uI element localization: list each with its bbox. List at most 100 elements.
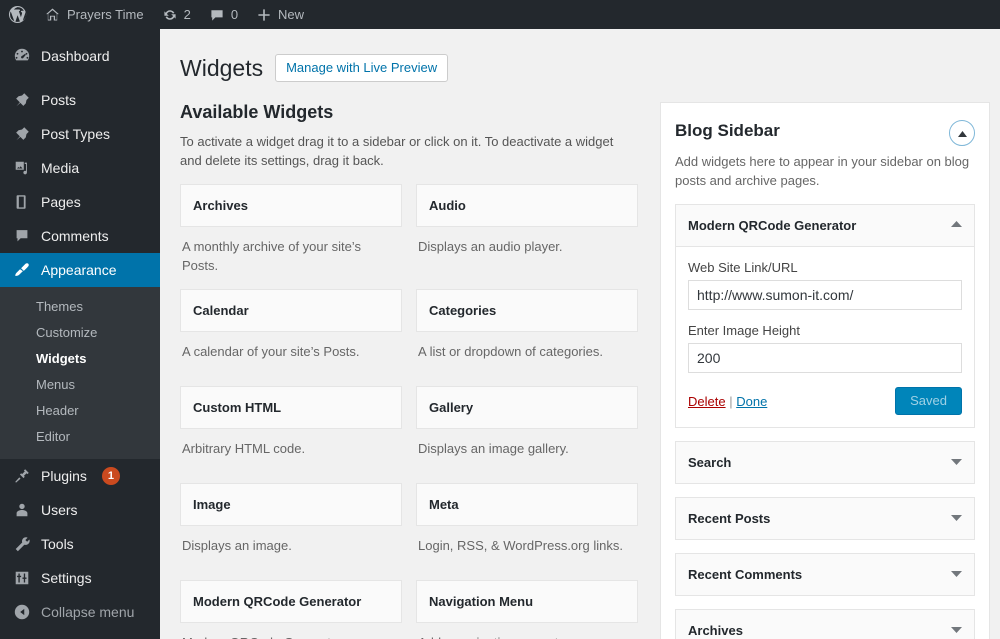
sidebar-item-appearance[interactable]: Appearance bbox=[0, 253, 168, 287]
available-widgets-column: Available Widgets To activate a widget d… bbox=[180, 102, 638, 639]
image-height-input[interactable] bbox=[688, 343, 962, 373]
collapse-arrow-icon bbox=[12, 602, 32, 622]
widget-actions: Delete | Done bbox=[688, 394, 767, 409]
plugins-update-badge: 1 bbox=[101, 467, 120, 485]
widget-description: Displays an audio player. bbox=[418, 239, 563, 254]
updates-button[interactable]: 2 bbox=[153, 0, 200, 29]
submenu-item-themes[interactable]: Themes bbox=[0, 294, 160, 320]
sidebar-item-label: Posts bbox=[41, 92, 77, 108]
sidebar-item-settings[interactable]: Settings bbox=[0, 561, 160, 595]
sidebar-widget-archives: Archives bbox=[675, 609, 975, 639]
widget-audio[interactable]: Audio bbox=[416, 184, 638, 227]
widget-calendar[interactable]: Calendar bbox=[180, 289, 402, 332]
sidebar-item-dashboard[interactable]: Dashboard bbox=[0, 39, 160, 73]
blog-sidebar-toggle-button[interactable] bbox=[949, 120, 975, 146]
widget-description: A calendar of your site’s Posts. bbox=[182, 344, 360, 359]
sidebar-item-comments[interactable]: Comments bbox=[0, 219, 160, 253]
submenu-item-widgets[interactable]: Widgets bbox=[0, 346, 160, 372]
collapse-menu-button[interactable]: Collapse menu bbox=[0, 595, 160, 629]
save-widget-button[interactable]: Saved bbox=[895, 387, 962, 415]
delete-widget-link[interactable]: Delete bbox=[688, 394, 726, 409]
blog-sidebar-panel: Blog Sidebar Add widgets here to appear … bbox=[660, 102, 990, 639]
chevron-up-icon[interactable] bbox=[951, 220, 962, 231]
sidebar-item-plugins[interactable]: Plugins 1 bbox=[0, 459, 160, 493]
widget-categories[interactable]: Categories bbox=[416, 289, 638, 332]
sidebar-item-media[interactable]: Media bbox=[0, 151, 160, 185]
available-widget: Modern QRCode Generator Modern QRCode Ge… bbox=[180, 580, 402, 639]
available-widget: Image Displays an image. bbox=[180, 483, 402, 580]
widget-header[interactable]: Archives bbox=[676, 610, 974, 639]
available-widgets-grid: Archives A monthly archive of your site’… bbox=[180, 184, 638, 639]
paintbrush-icon bbox=[12, 260, 32, 280]
submenu-item-customize[interactable]: Customize bbox=[0, 320, 160, 346]
pin-icon bbox=[12, 90, 32, 110]
widget-header[interactable]: Search bbox=[676, 442, 974, 483]
widget-modern-qrcode-generator[interactable]: Modern QRCode Generator bbox=[180, 580, 402, 623]
sidebar-item-label: Pages bbox=[41, 194, 81, 210]
chevron-down-icon[interactable] bbox=[951, 626, 962, 636]
separator: | bbox=[729, 393, 733, 409]
widget-description: A monthly archive of your site’s Posts. bbox=[182, 239, 361, 273]
widget-archives[interactable]: Archives bbox=[180, 184, 402, 227]
sidebar-item-post-types[interactable]: Post Types bbox=[0, 117, 160, 151]
sidebar-item-label: Post Types bbox=[41, 126, 111, 142]
widget-meta[interactable]: Meta bbox=[416, 483, 638, 526]
available-widget: Meta Login, RSS, & WordPress.org links. bbox=[416, 483, 638, 580]
blog-sidebar-description: Add widgets here to appear in your sideb… bbox=[675, 154, 970, 188]
blog-sidebar-column: Blog Sidebar Add widgets here to appear … bbox=[660, 102, 990, 639]
widget-description: Displays an image. bbox=[182, 538, 292, 553]
sidebar-item-label: Users bbox=[41, 502, 78, 518]
sidebar-item-label: Dashboard bbox=[41, 48, 110, 64]
available-widget: Custom HTML Arbitrary HTML code. bbox=[180, 386, 402, 483]
sidebar-item-posts[interactable]: Posts bbox=[0, 83, 160, 117]
widget-title: Archives bbox=[688, 623, 743, 638]
new-content-label: New bbox=[278, 7, 305, 22]
new-content-button[interactable]: New bbox=[247, 0, 313, 29]
sidebar-item-label: Settings bbox=[41, 570, 92, 586]
available-widget: Gallery Displays an image gallery. bbox=[416, 386, 638, 483]
admin-sidebar-menu: Dashboard Posts Post Types Media Pages C… bbox=[0, 29, 168, 639]
wordpress-logo-button[interactable] bbox=[0, 0, 35, 29]
sidebar-item-label: Plugins bbox=[41, 468, 87, 484]
wrench-icon bbox=[12, 534, 32, 554]
widget-header[interactable]: Modern QRCode Generator bbox=[676, 205, 974, 247]
submenu-item-editor[interactable]: Editor bbox=[0, 424, 160, 450]
manage-with-live-preview-button[interactable]: Manage with Live Preview bbox=[275, 54, 449, 82]
sidebar-item-users[interactable]: Users bbox=[0, 493, 160, 527]
collapse-up-icon bbox=[957, 126, 968, 141]
user-icon bbox=[12, 500, 32, 520]
done-link[interactable]: Done bbox=[736, 394, 767, 409]
pin-icon bbox=[12, 124, 32, 144]
available-widget: Audio Displays an audio player. bbox=[416, 184, 638, 289]
sidebar-item-pages[interactable]: Pages bbox=[0, 185, 160, 219]
widget-description: Arbitrary HTML code. bbox=[182, 441, 306, 456]
widget-navigation-menu[interactable]: Navigation Menu bbox=[416, 580, 638, 623]
site-name-button[interactable]: Prayers Time bbox=[35, 0, 153, 29]
widget-controls: Delete | Done Saved bbox=[688, 385, 962, 415]
widget-custom-html[interactable]: Custom HTML bbox=[180, 386, 402, 429]
media-icon bbox=[12, 158, 32, 178]
site-name-label: Prayers Time bbox=[67, 7, 144, 22]
website-url-label: Web Site Link/URL bbox=[688, 260, 798, 275]
sidebar-item-label: Appearance bbox=[41, 262, 117, 278]
chevron-down-icon[interactable] bbox=[951, 458, 962, 468]
available-widgets-heading: Available Widgets bbox=[180, 102, 334, 122]
chevron-down-icon[interactable] bbox=[951, 514, 962, 524]
widget-description: A list or dropdown of categories. bbox=[418, 344, 603, 359]
widget-header[interactable]: Recent Comments bbox=[676, 554, 974, 595]
widget-header[interactable]: Recent Posts bbox=[676, 498, 974, 539]
sidebar-item-tools[interactable]: Tools bbox=[0, 527, 160, 561]
widget-image[interactable]: Image bbox=[180, 483, 402, 526]
sidebar-item-label: Media bbox=[41, 160, 80, 176]
image-height-label: Enter Image Height bbox=[688, 323, 801, 338]
available-widget: Archives A monthly archive of your site’… bbox=[180, 184, 402, 289]
submenu-item-menus[interactable]: Menus bbox=[0, 372, 160, 398]
comment-bubble-icon bbox=[209, 7, 225, 23]
collapse-menu-label: Collapse menu bbox=[41, 604, 135, 620]
comments-button[interactable]: 0 bbox=[200, 0, 247, 29]
website-url-input[interactable] bbox=[688, 280, 962, 310]
comments-count: 0 bbox=[230, 7, 239, 22]
widget-gallery[interactable]: Gallery bbox=[416, 386, 638, 429]
chevron-down-icon[interactable] bbox=[951, 570, 962, 580]
submenu-item-header[interactable]: Header bbox=[0, 398, 160, 424]
